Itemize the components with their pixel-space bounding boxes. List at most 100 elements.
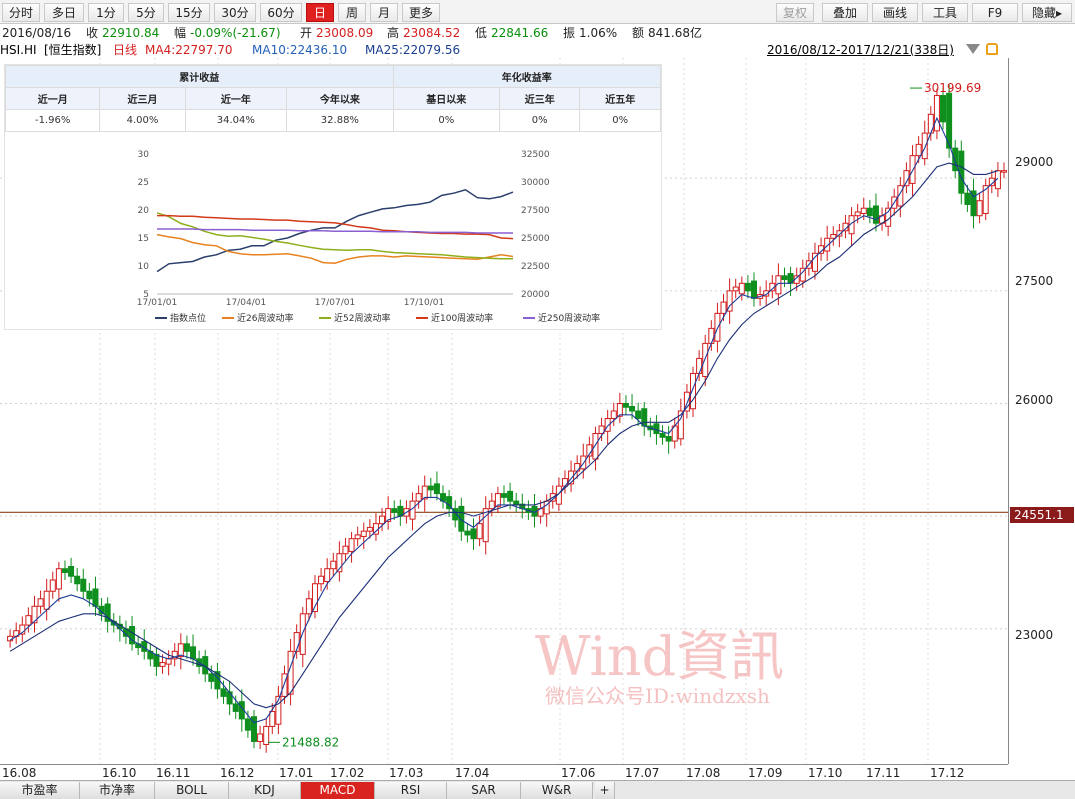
candle-body: [781, 275, 788, 281]
hide-button[interactable]: 隐藏▸: [1022, 3, 1072, 22]
tab-rsi[interactable]: RSI: [375, 782, 447, 799]
high-label: 30199.69: [924, 81, 981, 95]
table-cell: 0%: [498, 109, 581, 132]
high-label: 高: [387, 26, 400, 40]
col-header: 基日以来: [392, 87, 501, 110]
candle-body: [513, 500, 520, 506]
left-axis-tick: 25: [138, 178, 149, 188]
amount-label: 额: [632, 26, 645, 40]
candle-body: [854, 211, 861, 217]
tab-pe[interactable]: 市盈率: [0, 782, 80, 799]
last-price-marker: 24551.1: [1010, 507, 1074, 523]
candle-body: [354, 534, 361, 540]
time-tick: 17.12: [930, 766, 965, 780]
security-name: [恒生指数]: [44, 43, 102, 57]
col-header: 近一年: [184, 87, 288, 110]
tab-kdj[interactable]: KDJ: [229, 782, 301, 799]
candle-body: [427, 485, 434, 491]
range-dropdown-icon[interactable]: [966, 44, 980, 54]
x-axis-tick: 17/07/01: [315, 298, 355, 308]
legend-label: 指数点位: [170, 312, 206, 324]
period-button-duori[interactable]: 多日: [44, 3, 84, 22]
candle-body: [61, 568, 68, 573]
annualized-return-header: 年化收益率: [392, 65, 662, 88]
candle-body: [696, 357, 703, 374]
tab-boll[interactable]: BOLL: [155, 782, 229, 799]
low-label: 低: [475, 26, 488, 40]
candle-body: [269, 710, 276, 727]
time-tick: 16.12: [220, 766, 255, 780]
candle-body: [744, 282, 751, 292]
indicator-bar: HSI.HI [恒生指数] 日线 MA4:22797.70 MA10:22436…: [0, 42, 1008, 58]
tools-button[interactable]: 工具: [922, 3, 968, 22]
period-button-week[interactable]: 周: [338, 3, 366, 22]
period-button-day[interactable]: 日: [306, 3, 334, 22]
add-tab-button[interactable]: +: [595, 782, 615, 799]
time-tick: 17.04: [455, 766, 490, 780]
draw-line-button[interactable]: 画线: [872, 3, 918, 22]
x-axis-tick: 17/10/01: [404, 298, 444, 308]
tab-pb[interactable]: 市净率: [80, 782, 155, 799]
right-axis-tick: 30000: [521, 178, 550, 188]
x-axis-tick: 17/04/01: [226, 298, 266, 308]
col-header: 近三年: [498, 87, 581, 110]
candle-body: [92, 588, 99, 607]
candle-body: [208, 673, 215, 682]
open-value: 23008.09: [316, 26, 374, 40]
overlay-button[interactable]: 叠加: [822, 3, 868, 22]
legend-label: 近250周波动率: [538, 312, 600, 324]
candle-body: [830, 234, 837, 239]
tab-sar[interactable]: SAR: [447, 782, 521, 799]
period-button-15min[interactable]: 15分: [168, 3, 210, 22]
candle-body: [330, 560, 337, 570]
candle-body: [860, 207, 867, 214]
candle-body: [976, 200, 983, 217]
change-value: -0.09%(-21.67): [190, 26, 281, 40]
candle-body: [635, 410, 642, 420]
time-tick: 16.08: [2, 766, 37, 780]
time-tick: 16.11: [156, 766, 191, 780]
right-axis-tick: 25000: [521, 234, 550, 244]
time-tick: 17.10: [808, 766, 843, 780]
tab-wr[interactable]: W&R: [521, 782, 593, 799]
series-line: [156, 212, 513, 260]
adjust-button[interactable]: 复权: [776, 3, 814, 22]
candle-body: [86, 590, 93, 600]
date-range[interactable]: 2016/08/12-2017/12/21(338日): [767, 42, 954, 58]
candle-body: [183, 643, 190, 652]
candle-body: [318, 575, 325, 585]
f9-button[interactable]: F9: [972, 3, 1018, 22]
candle-body: [476, 523, 483, 540]
candle-body: [165, 658, 172, 665]
ma25-value: MA25:22079.56: [365, 43, 461, 57]
indicator-tabs: 市盈率 市净率 BOLL KDJ MACD RSI SAR W&R +: [0, 780, 1075, 799]
candle-body: [366, 526, 373, 532]
period-toolbar: 分时 多日 1分 5分 15分 30分 60分 日 周 月 更多 复权 叠加 画…: [0, 0, 1075, 24]
high-value: 23084.52: [403, 26, 461, 40]
time-tick: 16.10: [102, 766, 137, 780]
candle-body: [25, 615, 32, 626]
table-cell: 0%: [579, 109, 661, 132]
tab-macd[interactable]: MACD: [301, 782, 375, 799]
period-button-5min[interactable]: 5分: [128, 3, 164, 22]
price-axis: 29000 27500 26000 23000: [1008, 58, 1075, 764]
candle-body: [263, 725, 270, 745]
price-tick: 23000: [1015, 628, 1054, 642]
legend-label: 近52周波动率: [334, 312, 390, 324]
period-button-month[interactable]: 月: [370, 3, 398, 22]
candle-body: [738, 282, 745, 295]
candle-body: [866, 207, 873, 217]
period-button-1min[interactable]: 1分: [88, 3, 124, 22]
ma4-value: MA4:22797.70: [145, 43, 233, 57]
candle-body: [470, 528, 477, 540]
candle-body: [574, 463, 581, 472]
period-button-30min[interactable]: 30分: [214, 3, 256, 22]
cumulative-return-header: 累计收益: [5, 65, 394, 88]
period-button-fenshi[interactable]: 分时: [2, 3, 40, 22]
time-tick: 17.11: [866, 766, 901, 780]
lock-icon[interactable]: [986, 43, 998, 55]
period-button-60min[interactable]: 60分: [260, 3, 302, 22]
period-button-more[interactable]: 更多: [402, 3, 440, 22]
time-tick: 17.07: [625, 766, 660, 780]
table-cell: 0%: [392, 109, 501, 132]
